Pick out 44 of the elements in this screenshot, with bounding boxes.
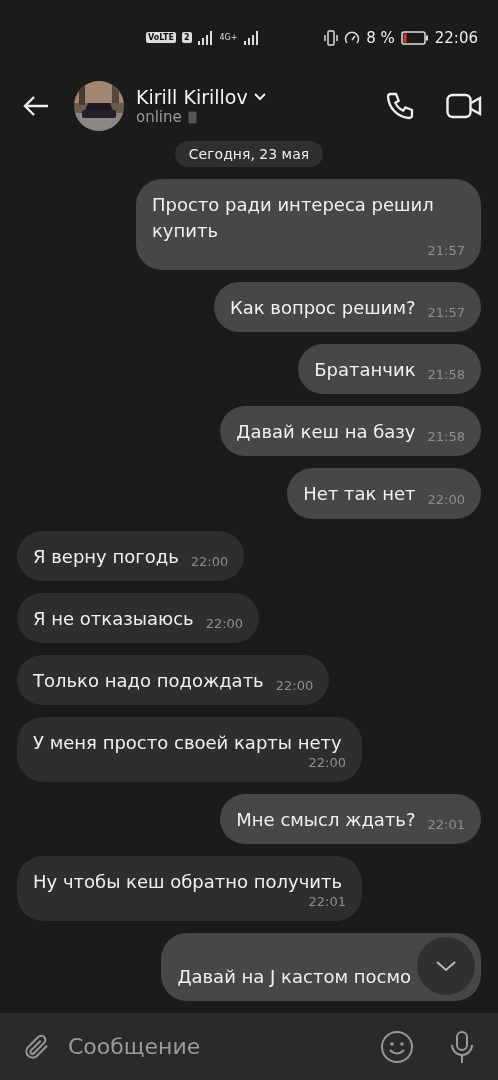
back-button[interactable]	[22, 94, 50, 118]
message-text: Я верну погодь	[33, 544, 179, 569]
microphone-button[interactable]	[448, 1029, 476, 1064]
clock-time: 22:06	[434, 28, 478, 47]
message-time: 22:00	[307, 755, 346, 769]
signal-icon	[197, 30, 214, 45]
battery-percent: 8 %	[366, 28, 395, 47]
signal-icon	[243, 30, 260, 45]
message-time: 21:57	[426, 244, 465, 258]
message-time: 22:01	[426, 818, 465, 832]
message-time: 22:00	[189, 554, 229, 568]
message-time: 21:58	[426, 368, 465, 382]
date-label: Сегодня, 23 мая	[174, 141, 324, 167]
vibrate-icon	[324, 29, 339, 46]
message-text: Братанчик	[314, 358, 416, 383]
emoji-button[interactable]	[380, 1029, 414, 1064]
message-text: У меня просто своей карты нету	[33, 730, 342, 755]
message-time: 22:00	[426, 492, 465, 506]
message-time: 22:00	[204, 616, 244, 630]
network-type: 4G+	[219, 33, 238, 42]
message-time: 21:58	[426, 430, 465, 444]
message-text: Только надо подождать	[33, 668, 264, 693]
message-text: Я не отказыаюсь	[33, 606, 194, 631]
battery-icon	[400, 30, 429, 45]
message-text: Давай на J кастом посмо	[177, 965, 411, 990]
message-time: 22:01	[307, 895, 346, 909]
message-text: Просто ради интереса решил купить	[152, 193, 435, 244]
message-text: Мне смысл ждать?	[236, 807, 416, 832]
video-call-button[interactable]	[446, 92, 482, 120]
sim-badge: 2	[181, 32, 192, 43]
message-text: Давай кеш на базу	[236, 420, 416, 445]
volte-badge: VoLTE	[146, 32, 176, 43]
contact-name[interactable]: Kirill Kirillov	[136, 86, 248, 108]
message-time: 22:00	[274, 678, 314, 692]
call-button[interactable]	[384, 90, 416, 122]
phone-device-icon	[187, 110, 197, 124]
message-text: Ну чтобы кеш обратно получить	[33, 870, 343, 895]
presence-status: online	[136, 108, 182, 126]
chevron-down-icon	[435, 960, 457, 973]
speedometer-icon	[344, 29, 361, 46]
message-time: 21:57	[426, 306, 465, 320]
message-text: Нет так нет	[303, 482, 416, 507]
chevron-down-icon[interactable]	[253, 93, 266, 101]
message-text: Как вопрос решим?	[229, 296, 416, 321]
